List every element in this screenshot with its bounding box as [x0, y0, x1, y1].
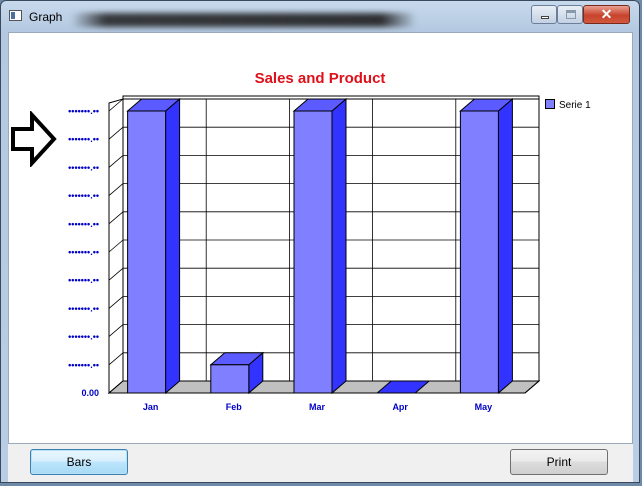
y-tick-label: •••••••.••: [68, 191, 99, 201]
y-tick-label: •••••••.••: [68, 134, 99, 144]
bar: [210, 364, 250, 394]
x-tick-label: Mar: [309, 402, 326, 412]
arrow-right-icon: [11, 111, 57, 167]
bar-chart: 0.00 •••••••.•• •••••••.•• •••••••.•• ••••••…: [68, 95, 541, 412]
button-bar: Bars Print: [8, 444, 633, 482]
graph-window: Graph ✕ Sales and Product 0.00 •••••••.••…: [0, 0, 640, 483]
y-tick-label: •••••••.••: [68, 275, 99, 285]
bar: [127, 110, 167, 394]
chart-legend: Serie 1: [545, 99, 591, 111]
y-tick-label: 0.00: [81, 388, 99, 398]
y-tick-label: •••••••.••: [68, 247, 99, 257]
x-tick-label: Apr: [392, 402, 408, 412]
bar-side: [331, 97, 347, 395]
print-button[interactable]: Print: [510, 449, 608, 475]
y-tick-label: •••••••.••: [68, 106, 99, 116]
bar: [293, 110, 333, 394]
x-tick-label: Feb: [226, 402, 243, 412]
y-tick-label: •••••••.••: [68, 332, 99, 342]
bar: [459, 110, 499, 394]
bar-side: [165, 97, 181, 395]
y-tick-label: •••••••.••: [68, 162, 99, 172]
bars-button[interactable]: Bars: [30, 449, 128, 475]
x-tick-label: Jan: [143, 402, 159, 412]
x-tick-label: May: [475, 402, 493, 412]
y-tick-label: •••••••.••: [68, 303, 99, 313]
legend-label: Serie 1: [559, 100, 591, 111]
legend-swatch: [545, 99, 555, 109]
y-tick-label: •••••••.••: [68, 219, 99, 229]
y-tick-label: •••••••.••: [68, 360, 99, 370]
bar-side: [497, 97, 513, 395]
